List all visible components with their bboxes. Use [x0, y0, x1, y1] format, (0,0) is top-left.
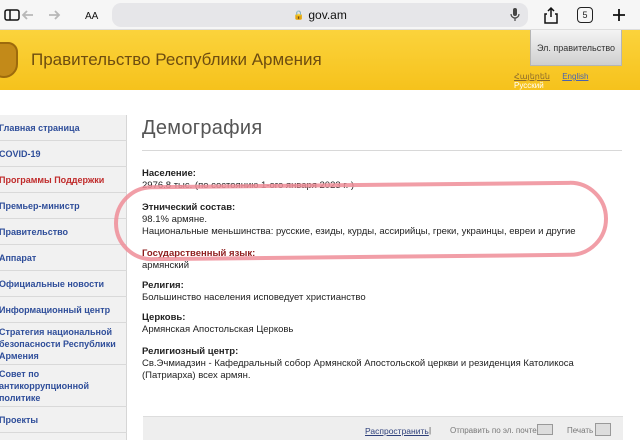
- coat-of-arms-logo[interactable]: [0, 42, 18, 78]
- new-tab-icon[interactable]: [609, 5, 629, 25]
- share-icon[interactable]: [541, 5, 561, 25]
- title-divider: [142, 150, 622, 151]
- religion-section: Религия: Большинство населения исповедуе…: [142, 280, 366, 304]
- share-separator: |: [429, 426, 432, 435]
- page-title: Демография: [142, 117, 263, 139]
- church-section: Церковь: Армянская Апостольская Церковь: [142, 312, 293, 336]
- egov-button[interactable]: Эл. правительство: [530, 30, 622, 66]
- microphone-icon[interactable]: [510, 7, 520, 22]
- religion-value: Большинство населения исповедует христиа…: [142, 292, 366, 303]
- reader-icon[interactable]: AA: [83, 5, 103, 25]
- lang-english-link[interactable]: English: [562, 72, 588, 81]
- hand-drawn-highlight-ellipse: [113, 180, 609, 262]
- language-value: армянский: [142, 260, 190, 271]
- language-switcher: Հայերեն English Русский: [514, 72, 640, 90]
- share-bar: Распространить | Отправить по эл. почте …: [143, 416, 623, 440]
- print-link[interactable]: Печать: [567, 426, 593, 435]
- sidebar-item-covid[interactable]: COVID-19: [0, 141, 127, 167]
- church-label: Церковь:: [142, 312, 186, 323]
- religion-label: Религия:: [142, 280, 184, 291]
- religious-center-label: Религиозный центр:: [142, 346, 239, 357]
- forward-arrow-icon[interactable]: [44, 5, 64, 25]
- sidebar-item-government[interactable]: Правительство: [0, 219, 127, 245]
- lang-russian-link[interactable]: Русский: [514, 81, 544, 90]
- lock-icon: 🔒: [293, 9, 305, 20]
- sidebar-item-support-programs[interactable]: Программы Поддержки: [0, 167, 127, 193]
- url-text: gov.am: [308, 8, 347, 22]
- sidebar-item-projects[interactable]: Проекты: [0, 407, 127, 433]
- population-label: Население:: [142, 168, 196, 179]
- sidebar-item-official-news[interactable]: Официальные новости: [0, 271, 127, 297]
- address-bar[interactable]: 🔒 gov.am: [112, 3, 528, 27]
- site-title[interactable]: Правительство Республики Армения: [31, 50, 322, 70]
- svg-text:AA: AA: [85, 11, 99, 22]
- lang-armenian-link[interactable]: Հայերեն: [514, 72, 550, 81]
- sidebar-item-prime-minister[interactable]: Премьер-министр: [0, 193, 127, 219]
- religious-center-value-line1: Св.Эчмиадзин - Кафедральный собор Армянс…: [142, 358, 574, 369]
- sidebar-item-anticorruption-council[interactable]: Совет по антикоррупционной политике: [0, 365, 127, 407]
- sidebar-item-staff[interactable]: Аппарат: [0, 245, 127, 271]
- religious-center-value-line2: (Патриарха) всех армян.: [142, 370, 251, 381]
- sidebar-item-info-center[interactable]: Информационный центр: [0, 297, 127, 323]
- back-arrow-icon[interactable]: [18, 5, 38, 25]
- church-value: Армянская Апостольская Церковь: [142, 324, 294, 335]
- sidebar-nav: Главная страница COVID-19 Программы Подд…: [0, 115, 127, 440]
- religious-center-section: Религиозный центр: Св.Эчмиадзин - Кафедр…: [142, 346, 574, 382]
- browser-toolbar: AA 🔒 gov.am 5: [0, 0, 640, 30]
- envelope-icon[interactable]: [537, 424, 553, 435]
- sidebar-item-home[interactable]: Главная страница: [0, 115, 127, 141]
- tab-count-button[interactable]: 5: [577, 7, 593, 23]
- sidebar-item-security-strategy[interactable]: Стратегия национальной безопасности Респ…: [0, 323, 127, 365]
- share-link[interactable]: Распространить: [365, 426, 429, 436]
- printer-icon[interactable]: [595, 423, 611, 436]
- email-link[interactable]: Отправить по эл. почте: [450, 426, 537, 435]
